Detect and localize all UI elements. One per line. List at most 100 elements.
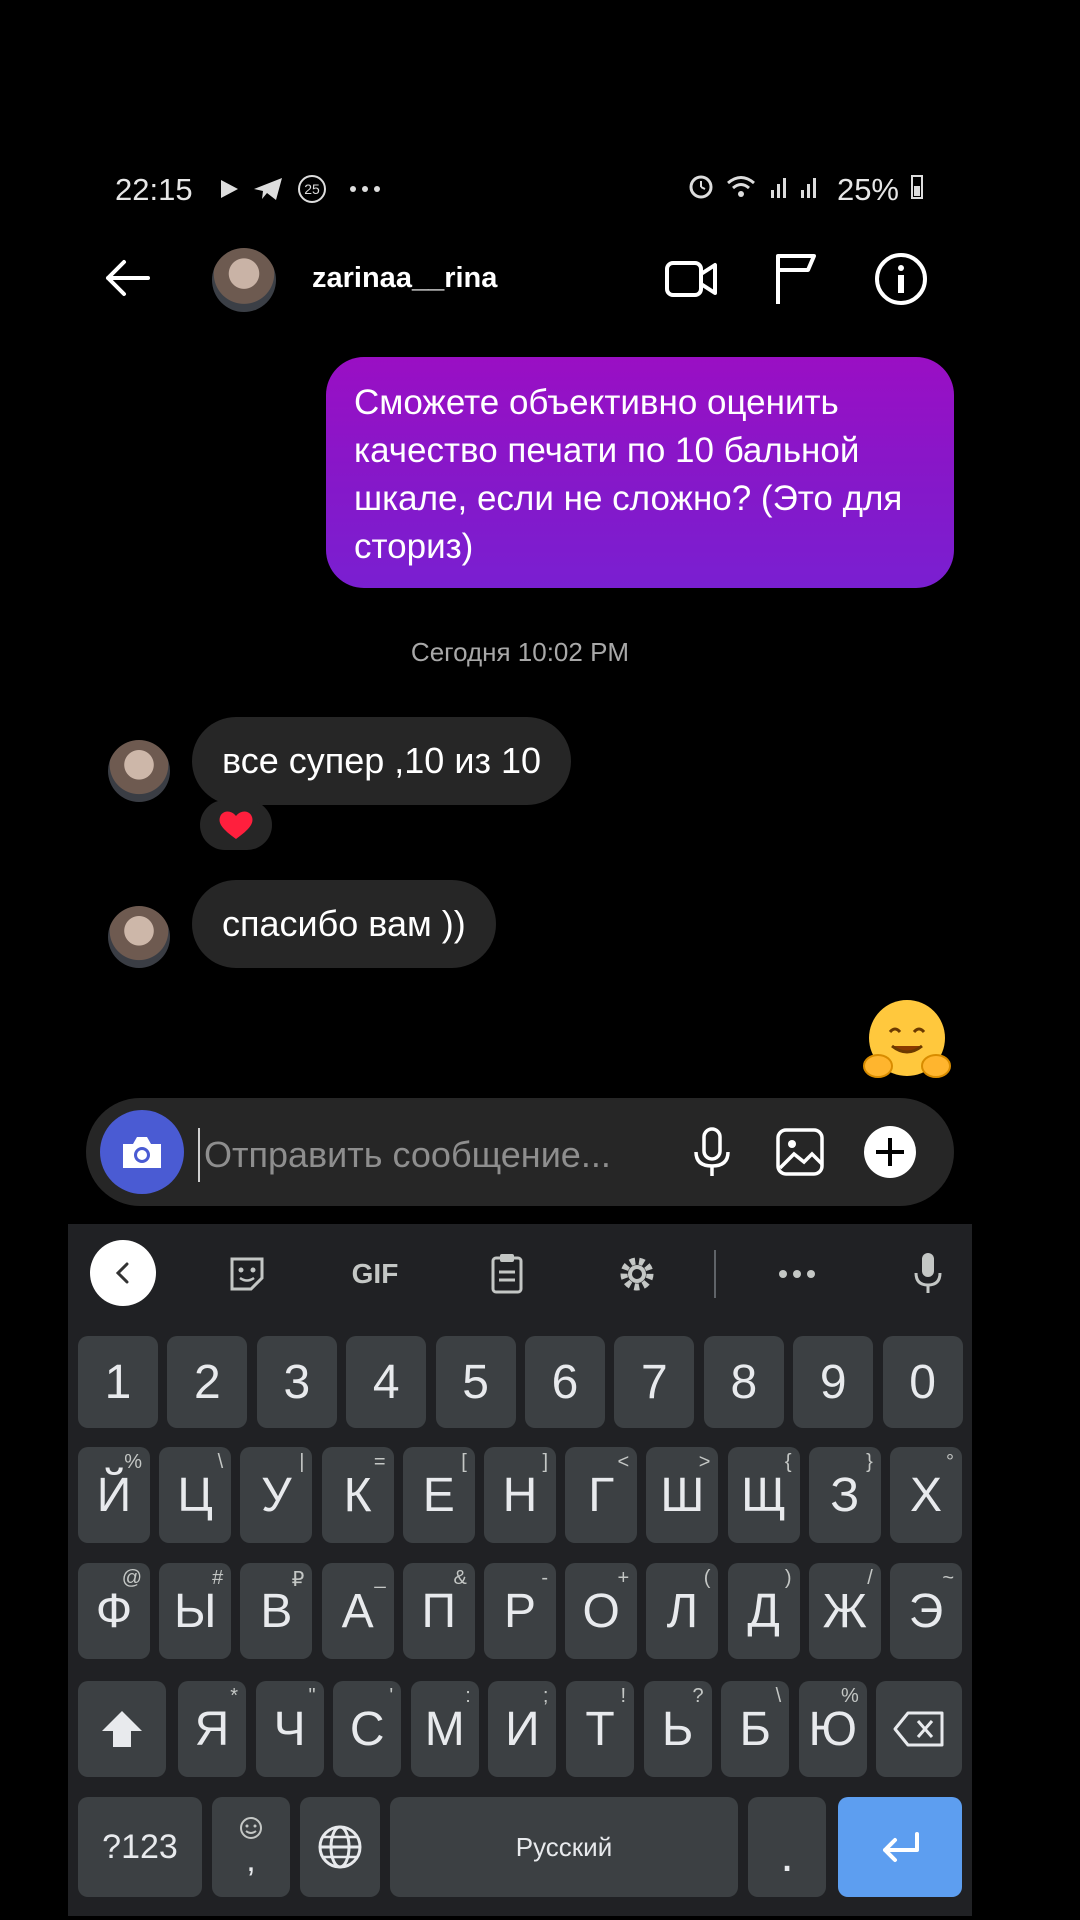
camera-button[interactable] <box>100 1110 184 1194</box>
key-label: Ц <box>177 1468 213 1522</box>
key-Ю[interactable]: Ю% <box>798 1681 867 1777</box>
key-Р[interactable]: Р- <box>484 1563 556 1659</box>
comma-key[interactable]: , <box>212 1797 290 1897</box>
key-И[interactable]: И; <box>488 1681 557 1777</box>
key-М[interactable]: М: <box>410 1681 479 1777</box>
key-secondary-label: \ <box>217 1451 224 1473</box>
key-Б[interactable]: Б \ <box>721 1681 790 1777</box>
key-Ы[interactable]: Ы # <box>159 1563 232 1659</box>
enter-key[interactable] <box>838 1797 962 1897</box>
key-label: О <box>582 1584 620 1638</box>
shift-key[interactable] <box>78 1681 166 1777</box>
play-icon <box>218 174 240 204</box>
key-label: Ш <box>660 1468 705 1522</box>
key-Ь[interactable]: Ь? <box>643 1681 712 1777</box>
key-label: Й <box>96 1468 132 1522</box>
image-icon <box>776 1128 824 1176</box>
info-button[interactable] <box>872 250 930 308</box>
key-label: Ю <box>808 1702 858 1756</box>
microphone-button[interactable] <box>684 1124 740 1180</box>
key-secondary-label: } <box>866 1451 873 1473</box>
key-К[interactable]: К = <box>321 1447 394 1543</box>
key-3[interactable]: 3 <box>256 1336 337 1428</box>
key-secondary-label: _ <box>374 1567 386 1589</box>
key-secondary-label: % <box>841 1685 859 1707</box>
key-С[interactable]: С ' <box>333 1681 402 1777</box>
back-button[interactable] <box>98 252 158 304</box>
sticker-button[interactable] <box>222 1244 272 1304</box>
incoming-message[interactable]: все супер ,10 из 10 <box>192 717 571 805</box>
key-secondary-label: ° <box>946 1451 954 1473</box>
avatar[interactable] <box>212 248 276 312</box>
key-1[interactable]: 1 <box>78 1336 158 1428</box>
key-Ц[interactable]: Ц \ <box>159 1447 232 1543</box>
key-З[interactable]: З} <box>808 1447 881 1543</box>
key-7[interactable]: 7 <box>614 1336 695 1428</box>
outgoing-message[interactable]: Сможете объективно оценить качество печа… <box>326 357 954 588</box>
key-secondary-label: [ <box>461 1451 467 1473</box>
key-5[interactable]: 5 <box>435 1336 516 1428</box>
gif-button[interactable]: GIF <box>340 1244 410 1304</box>
sender-avatar[interactable] <box>108 740 170 802</box>
key-label: 8 <box>730 1355 758 1409</box>
voice-input-button[interactable] <box>906 1244 950 1304</box>
key-Ш[interactable]: Ш > <box>646 1447 719 1543</box>
key-9[interactable]: 9 <box>793 1336 874 1428</box>
key-label: 6 <box>551 1355 579 1409</box>
key-4[interactable]: 4 <box>346 1336 427 1428</box>
microphone-icon <box>694 1127 730 1176</box>
key-Л[interactable]: Л( <box>646 1563 719 1659</box>
alarm-icon <box>687 172 715 208</box>
settings-button[interactable] <box>612 1244 662 1304</box>
key-secondary-label: % <box>124 1451 142 1473</box>
key-В[interactable]: В ₽ <box>240 1563 313 1659</box>
key-0[interactable]: 0 <box>882 1336 963 1428</box>
key-label: Щ <box>741 1468 787 1522</box>
key-А[interactable]: А _ <box>321 1563 394 1659</box>
key-Е[interactable]: Е[ <box>402 1447 475 1543</box>
key-Г[interactable]: Г < <box>565 1447 638 1543</box>
key-Щ[interactable]: Щ{ <box>727 1447 800 1543</box>
message-input[interactable] <box>198 1128 666 1182</box>
key-Ф[interactable]: Ф @ <box>78 1563 150 1659</box>
language-key[interactable] <box>300 1797 380 1897</box>
key-Ч[interactable]: Ч " <box>255 1681 324 1777</box>
space-key[interactable]: Русский <box>390 1797 738 1897</box>
key-Т[interactable]: Т! <box>566 1681 634 1777</box>
key-secondary-label: \ <box>775 1685 782 1707</box>
key-Я[interactable]: Я * <box>178 1681 246 1777</box>
heart-reaction[interactable] <box>200 800 272 850</box>
username[interactable]: zarinaa__rina <box>312 262 497 295</box>
key-label: П <box>421 1584 457 1638</box>
key-8[interactable]: 8 <box>703 1336 784 1428</box>
symbols-key[interactable]: ?123 <box>78 1797 202 1897</box>
video-call-button[interactable] <box>662 250 720 308</box>
backspace-key[interactable] <box>876 1681 962 1777</box>
key-Ж[interactable]: Ж / <box>808 1563 881 1659</box>
key-П[interactable]: П & <box>402 1563 475 1659</box>
sender-avatar[interactable] <box>108 906 170 968</box>
key-О[interactable]: О + <box>565 1563 638 1659</box>
sent-emoji[interactable] <box>862 996 952 1086</box>
backspace-icon <box>893 1711 944 1747</box>
svg-text:25: 25 <box>304 181 320 197</box>
incoming-message[interactable]: спасибо вам )) <box>192 880 496 968</box>
key-Н[interactable]: Н] <box>484 1447 556 1543</box>
keyboard-back-button[interactable] <box>90 1240 156 1306</box>
key-Й[interactable]: Й% <box>78 1447 150 1543</box>
key-6[interactable]: 6 <box>525 1336 605 1428</box>
key-Х[interactable]: Х ° <box>890 1447 962 1543</box>
key-label: Ы <box>173 1584 217 1638</box>
clipboard-button[interactable] <box>482 1244 532 1304</box>
key-2[interactable]: 2 <box>167 1336 248 1428</box>
gallery-button[interactable] <box>772 1124 828 1180</box>
add-button[interactable] <box>862 1124 918 1180</box>
report-button[interactable] <box>768 250 826 308</box>
period-key[interactable]: . <box>748 1797 826 1897</box>
key-secondary-label: # <box>212 1567 224 1589</box>
key-У[interactable]: У | <box>240 1447 313 1543</box>
key-secondary-label: ~ <box>942 1567 954 1589</box>
more-options-button[interactable] <box>772 1244 822 1304</box>
key-Д[interactable]: Д) <box>727 1563 800 1659</box>
key-Э[interactable]: Э ~ <box>890 1563 962 1659</box>
